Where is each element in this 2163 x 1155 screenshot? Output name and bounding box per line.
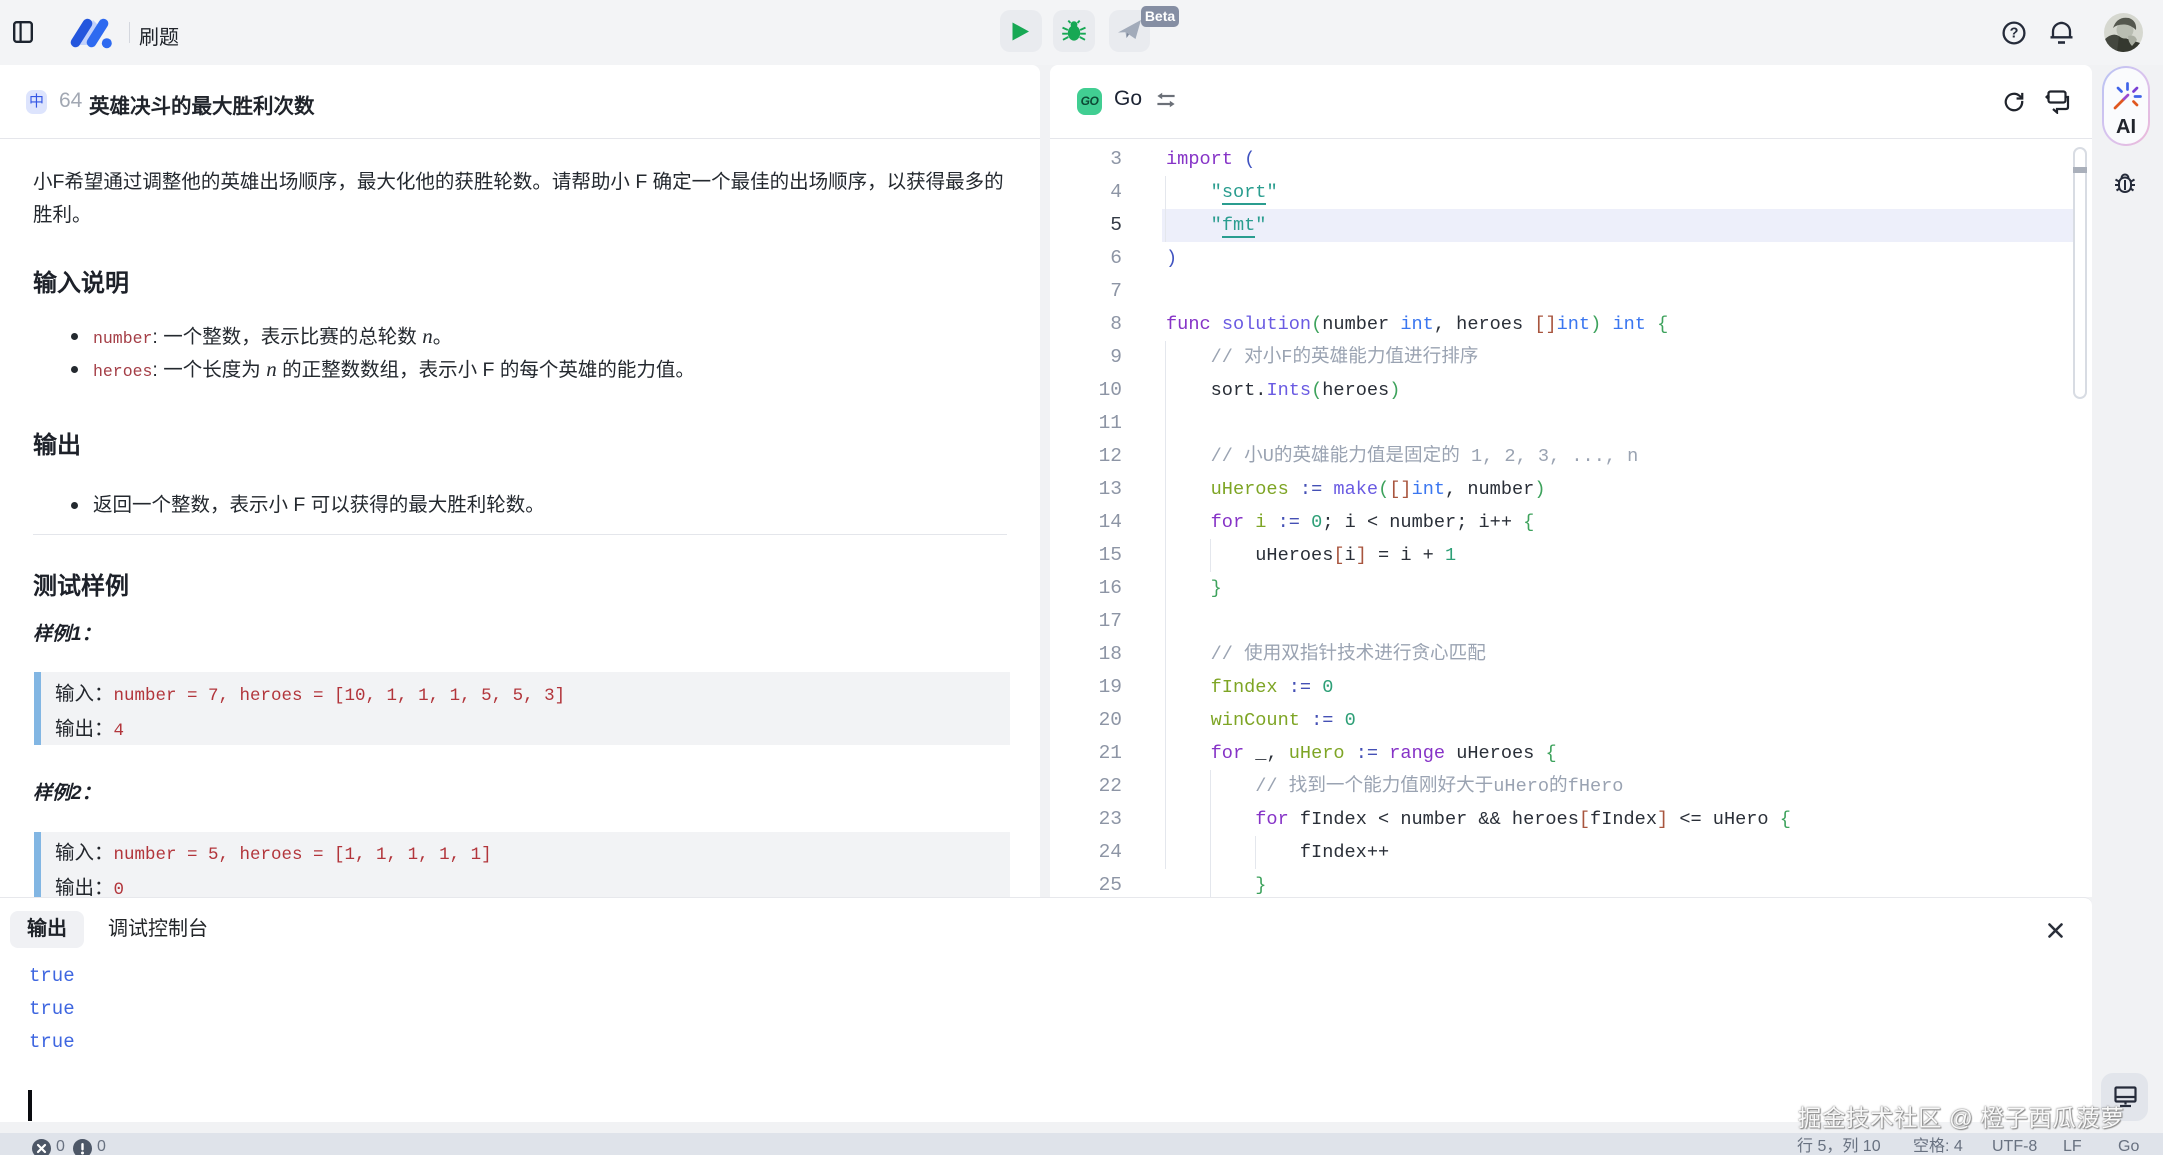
svg-text:?: ? xyxy=(2010,26,2019,42)
